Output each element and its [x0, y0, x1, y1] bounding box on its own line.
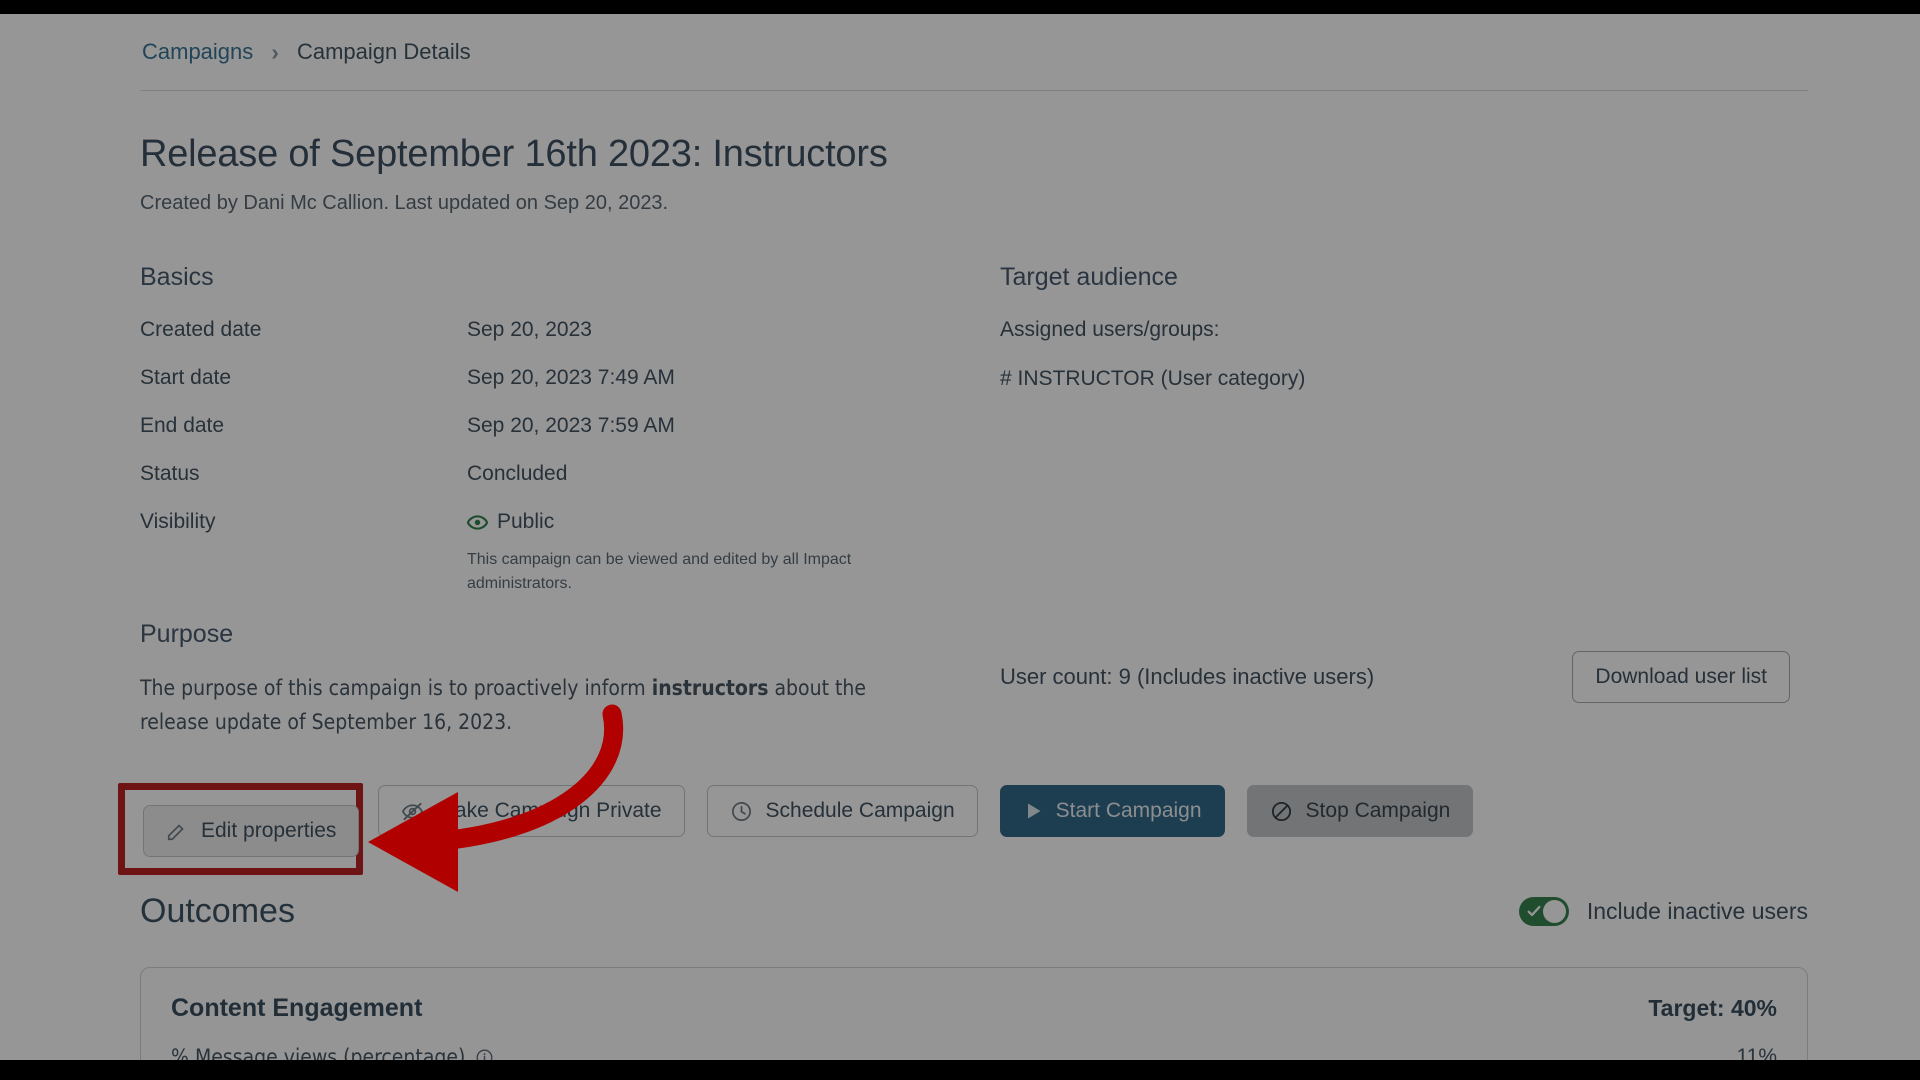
page-subtitle: Created by Dani Mc Callion. Last updated…: [140, 192, 669, 214]
breadcrumb: Campaigns › Campaign Details: [140, 14, 1808, 90]
target-audience-column: Target audience Assigned users/groups: #…: [1000, 263, 1790, 837]
start-date-value: Sep 20, 2023 7:49 AM: [467, 366, 675, 389]
include-inactive-users-toggle[interactable]: [1518, 897, 1569, 927]
user-count-text: User count: 9 (Includes inactive users): [1000, 664, 1375, 689]
created-date-label: Created date: [140, 318, 262, 341]
info-icon[interactable]: [475, 1048, 494, 1060]
table-row: Start date Sep 20, 2023 7:49 AM: [140, 366, 1000, 390]
end-date-label: End date: [140, 414, 225, 437]
visibility-note: This campaign can be viewed and edited b…: [467, 551, 852, 592]
visibility-label: Visibility: [140, 510, 216, 533]
end-date-value: Sep 20, 2023 7:59 AM: [467, 414, 675, 437]
table-row: Created date Sep 20, 2023: [140, 318, 1000, 342]
campaign-details-page: Campaigns › Campaign Details Release of …: [0, 14, 1920, 1060]
clock-icon: [730, 800, 753, 823]
status-value: Concluded: [467, 462, 568, 485]
outcome-metric-value: 11%: [1736, 1045, 1777, 1060]
edit-properties-button-highlighted[interactable]: Edit properties: [143, 805, 360, 857]
download-user-list-button[interactable]: Download user list: [1572, 651, 1790, 703]
start-date-label: Start date: [140, 366, 232, 389]
make-campaign-private-button[interactable]: Make Campaign Private: [378, 785, 685, 838]
outcome-card-title: Content Engagement: [171, 994, 423, 1023]
breadcrumb-current: Campaign Details: [296, 39, 471, 64]
visibility-value-block: Public This campaign can be viewed and e…: [466, 510, 897, 596]
status-label: Status: [140, 462, 200, 485]
chevron-right-icon: ›: [271, 38, 279, 65]
outcomes-header-row: Outcomes Include inactive users: [140, 892, 1808, 931]
top-letterbox: [0, 0, 1920, 14]
outcome-card-content-engagement: Content Engagement Target: 40% % Message…: [140, 967, 1808, 1060]
outcome-card-target: Target: 40%: [1648, 995, 1777, 1022]
check-icon: [1526, 903, 1542, 924]
outcome-card-header: Content Engagement Target: 40%: [171, 994, 1777, 1023]
outcomes-heading: Outcomes: [140, 892, 295, 931]
purpose-text-bold: instructors: [651, 676, 769, 700]
pencil-icon: [166, 820, 188, 842]
edit-properties-label: Edit properties: [201, 819, 337, 842]
table-row: End date Sep 20, 2023 7:59 AM: [140, 414, 1000, 438]
visibility-state: Public: [497, 510, 555, 533]
eye-off-icon: [401, 800, 424, 823]
schedule-campaign-label: Schedule Campaign: [765, 799, 955, 823]
visibility-row: Visibility Public This campaign can be v…: [140, 510, 1000, 596]
table-row: Status Concluded: [140, 462, 1000, 486]
details-columns: Basics Created date Sep 20, 2023 Start d…: [140, 263, 1808, 838]
include-inactive-users-control[interactable]: Include inactive users: [1518, 897, 1808, 927]
purpose-text-before: The purpose of this campaign is to proac…: [140, 676, 652, 700]
make-campaign-private-label: Make Campaign Private: [437, 799, 662, 823]
basics-heading: Basics: [140, 263, 214, 291]
created-date-value: Sep 20, 2023: [467, 318, 592, 341]
eye-icon: [466, 512, 489, 533]
target-audience-heading: Target audience: [1000, 263, 1178, 291]
outcome-metric-text: % Message views (percentage): [171, 1045, 466, 1060]
schedule-campaign-button[interactable]: Schedule Campaign: [706, 785, 978, 838]
outcome-metric-label: % Message views (percentage): [171, 1045, 494, 1060]
purpose-text: The purpose of this campaign is to proac…: [140, 671, 900, 739]
header-divider: [140, 90, 1808, 91]
outcome-metric-row: % Message views (percentage) 11%: [171, 1045, 1777, 1060]
include-inactive-users-label: Include inactive users: [1586, 898, 1808, 925]
breadcrumb-link-campaigns[interactable]: Campaigns: [142, 39, 253, 65]
purpose-heading: Purpose: [140, 620, 234, 648]
assigned-users-value: # INSTRUCTOR (User category): [1000, 367, 1306, 390]
screen: Campaigns › Campaign Details Release of …: [0, 0, 1920, 1080]
page-title: Release of September 16th 2023: Instruct…: [140, 133, 888, 175]
basics-column: Basics Created date Sep 20, 2023 Start d…: [140, 263, 1474, 838]
bottom-letterbox: [0, 1060, 1920, 1080]
user-count-row: User count: 9 (Includes inactive users) …: [1000, 651, 1790, 703]
assigned-users-label: Assigned users/groups:: [1000, 318, 1220, 341]
page-content: Campaigns › Campaign Details Release of …: [140, 14, 1808, 1060]
toggle-knob: [1542, 900, 1566, 924]
